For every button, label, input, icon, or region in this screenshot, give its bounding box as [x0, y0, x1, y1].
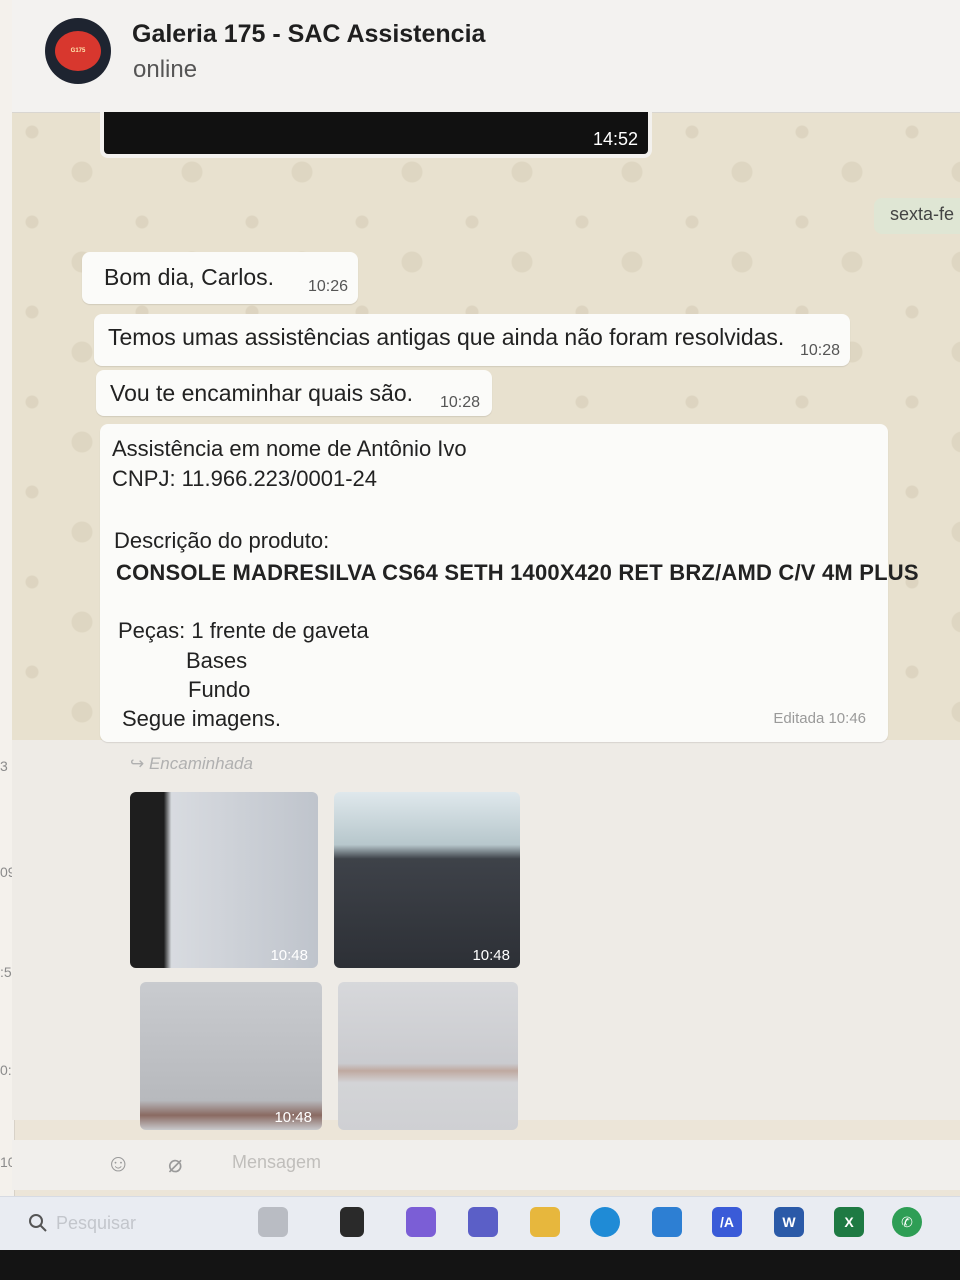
- forwarded-label: ↪ Encaminhada: [130, 754, 253, 774]
- excel-icon[interactable]: X: [834, 1207, 864, 1237]
- search-icon: [29, 1214, 47, 1232]
- chat-list-time: 3: [0, 758, 8, 774]
- message-time: 14:52: [592, 129, 638, 149]
- search-placeholder: Pesquisar: [56, 1212, 137, 1233]
- logo-icon: G175: [55, 31, 101, 71]
- monitor-bezel: [0, 1250, 960, 1280]
- long-message-bubble[interactable]: Assistência em nome de Antônio Ivo CNPJ:…: [100, 424, 919, 742]
- message-line: CNPJ: 11.966.223/0001-24: [112, 466, 377, 491]
- message-time: 10:28: [799, 342, 840, 359]
- image-thumbnail[interactable]: 10:48: [140, 982, 322, 1130]
- message-text: Temos umas assistências antigas que aind…: [108, 324, 785, 350]
- app-icon[interactable]: /A: [712, 1207, 742, 1237]
- message-composer: ☺ ⌀ Mensagem: [12, 1140, 960, 1190]
- message-line: Descrição do produto:: [114, 528, 330, 553]
- message-line-product: CONSOLE MADRESILVA CS64 SETH 1400X420 RE…: [116, 560, 919, 585]
- image-thumbnail[interactable]: [338, 982, 518, 1130]
- message-bubble[interactable]: Temos umas assistências antigas que aind…: [94, 314, 850, 366]
- forwarded-text: Encaminhada: [148, 754, 253, 773]
- copilot-icon[interactable]: [406, 1207, 436, 1237]
- image-time: 10:48: [270, 947, 308, 964]
- message-text: Vou te encaminhar quais são.: [110, 380, 414, 406]
- message-bubble[interactable]: Bom dia, Carlos. 10:26: [82, 252, 358, 304]
- image-thumbnail[interactable]: 10:48: [130, 792, 318, 968]
- word-icon[interactable]: W: [774, 1207, 804, 1237]
- message-bubble[interactable]: Vou te encaminhar quais são. 10:28: [96, 370, 492, 416]
- message-line: Bases: [186, 648, 248, 673]
- widgets-icon[interactable]: [258, 1207, 288, 1237]
- message-line: Assistência em nome de Antônio Ivo: [112, 436, 467, 461]
- contact-name[interactable]: Galeria 175 - SAC Assistencia: [132, 20, 485, 49]
- image-time: 10:48: [472, 947, 510, 964]
- image-time: 10:48: [274, 1109, 312, 1126]
- avatar[interactable]: G175: [45, 18, 111, 84]
- screen: 3 09 :54 0:52 10:35 G175 Galeria 175 - S…: [0, 0, 960, 1250]
- emoji-icon[interactable]: ☺: [106, 1150, 131, 1178]
- image-thumbnail[interactable]: 10:48: [334, 792, 520, 968]
- chat-header[interactable]: G175 Galeria 175 - SAC Assistencia onlin…: [12, 0, 960, 113]
- message-text: Bom dia, Carlos.: [104, 264, 275, 290]
- message-time: 10:26: [307, 278, 348, 295]
- store-icon[interactable]: [652, 1207, 682, 1237]
- message-line: Fundo: [188, 677, 251, 702]
- date-chip: sexta-fe: [874, 198, 960, 234]
- edge-icon[interactable]: [590, 1207, 620, 1237]
- paperclip-icon[interactable]: ⌀: [168, 1150, 182, 1179]
- folder-icon[interactable]: [530, 1207, 560, 1237]
- message-time: 10:28: [439, 394, 480, 411]
- edited-label: Editada 10:46: [773, 710, 866, 727]
- teams-icon[interactable]: [468, 1207, 498, 1237]
- message-line: Segue imagens.: [122, 706, 281, 731]
- taskbar-search[interactable]: Pesquisar: [28, 1207, 228, 1239]
- forward-arrow-icon: ↪: [130, 754, 149, 773]
- contact-status: online: [133, 56, 198, 83]
- whatsapp-icon[interactable]: ✆: [892, 1207, 922, 1237]
- message-line: Peças: 1 frente de gaveta: [118, 618, 369, 643]
- taskbar: Pesquisar /A W X ✆: [0, 1196, 960, 1250]
- message-input[interactable]: Mensagem: [232, 1152, 321, 1173]
- media-message[interactable]: 14:52: [100, 112, 652, 158]
- start-icon[interactable]: [340, 1207, 364, 1237]
